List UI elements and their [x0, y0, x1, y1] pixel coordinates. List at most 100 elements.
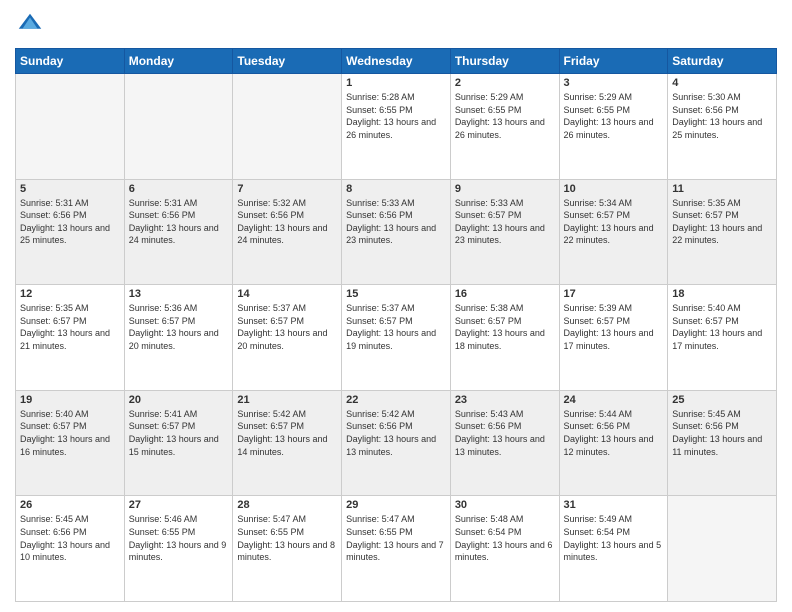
- calendar-cell: 12 Sunrise: 5:35 AM Sunset: 6:57 PM Dayli…: [16, 285, 125, 391]
- weekday-header: Thursday: [450, 49, 559, 74]
- calendar-cell: 5 Sunrise: 5:31 AM Sunset: 6:56 PM Daylig…: [16, 179, 125, 285]
- calendar-cell: [233, 74, 342, 180]
- day-info: Sunrise: 5:37 AM Sunset: 6:57 PM Dayligh…: [346, 302, 446, 352]
- day-number: 31: [564, 499, 664, 511]
- calendar-cell: 9 Sunrise: 5:33 AM Sunset: 6:57 PM Daylig…: [450, 179, 559, 285]
- day-info: Sunrise: 5:29 AM Sunset: 6:55 PM Dayligh…: [455, 91, 555, 141]
- calendar-cell: 19 Sunrise: 5:40 AM Sunset: 6:57 PM Dayli…: [16, 390, 125, 496]
- day-info: Sunrise: 5:35 AM Sunset: 6:57 PM Dayligh…: [20, 302, 120, 352]
- calendar-cell: 6 Sunrise: 5:31 AM Sunset: 6:56 PM Daylig…: [124, 179, 233, 285]
- day-number: 21: [237, 394, 337, 406]
- day-info: Sunrise: 5:42 AM Sunset: 6:57 PM Dayligh…: [237, 408, 337, 458]
- day-number: 28: [237, 499, 337, 511]
- day-number: 29: [346, 499, 446, 511]
- day-number: 16: [455, 288, 555, 300]
- calendar-cell: 10 Sunrise: 5:34 AM Sunset: 6:57 PM Dayli…: [559, 179, 668, 285]
- day-number: 27: [129, 499, 229, 511]
- day-info: Sunrise: 5:48 AM Sunset: 6:54 PM Dayligh…: [455, 513, 555, 563]
- day-number: 3: [564, 77, 664, 89]
- day-info: Sunrise: 5:41 AM Sunset: 6:57 PM Dayligh…: [129, 408, 229, 458]
- calendar-cell: 13 Sunrise: 5:36 AM Sunset: 6:57 PM Dayli…: [124, 285, 233, 391]
- calendar-cell: 11 Sunrise: 5:35 AM Sunset: 6:57 PM Dayli…: [668, 179, 777, 285]
- day-info: Sunrise: 5:31 AM Sunset: 6:56 PM Dayligh…: [129, 197, 229, 247]
- calendar-cell: 28 Sunrise: 5:47 AM Sunset: 6:55 PM Dayli…: [233, 496, 342, 602]
- day-info: Sunrise: 5:36 AM Sunset: 6:57 PM Dayligh…: [129, 302, 229, 352]
- day-info: Sunrise: 5:30 AM Sunset: 6:56 PM Dayligh…: [672, 91, 772, 141]
- logo-icon: [15, 10, 45, 40]
- calendar-cell: 7Sunrise: 5:32 AM Sunset: 6:56 PM Daylig…: [233, 179, 342, 285]
- day-info: Sunrise: 5:31 AM Sunset: 6:56 PM Dayligh…: [20, 197, 120, 247]
- day-info: Sunrise: 5:28 AM Sunset: 6:55 PM Dayligh…: [346, 91, 446, 141]
- weekday-header: Monday: [124, 49, 233, 74]
- day-number: 8: [346, 183, 446, 195]
- calendar-week-row: 26Sunrise: 5:45 AM Sunset: 6:56 PM Dayli…: [16, 496, 777, 602]
- day-number: 19: [20, 394, 120, 406]
- calendar-cell: 26Sunrise: 5:45 AM Sunset: 6:56 PM Dayli…: [16, 496, 125, 602]
- day-number: 30: [455, 499, 555, 511]
- calendar-cell: 1Sunrise: 5:28 AM Sunset: 6:55 PM Daylig…: [342, 74, 451, 180]
- day-info: Sunrise: 5:44 AM Sunset: 6:56 PM Dayligh…: [564, 408, 664, 458]
- day-info: Sunrise: 5:42 AM Sunset: 6:56 PM Dayligh…: [346, 408, 446, 458]
- calendar-week-row: 5 Sunrise: 5:31 AM Sunset: 6:56 PM Daylig…: [16, 179, 777, 285]
- day-info: Sunrise: 5:47 AM Sunset: 6:55 PM Dayligh…: [346, 513, 446, 563]
- calendar-cell: 16 Sunrise: 5:38 AM Sunset: 6:57 PM Dayli…: [450, 285, 559, 391]
- day-number: 2: [455, 77, 555, 89]
- page: SundayMondayTuesdayWednesdayThursdayFrid…: [0, 0, 792, 612]
- day-info: Sunrise: 5:35 AM Sunset: 6:57 PM Dayligh…: [672, 197, 772, 247]
- day-number: 25: [672, 394, 772, 406]
- day-info: Sunrise: 5:33 AM Sunset: 6:57 PM Dayligh…: [455, 197, 555, 247]
- day-number: 22: [346, 394, 446, 406]
- day-number: 17: [564, 288, 664, 300]
- calendar-cell: 23 Sunrise: 5:43 AM Sunset: 6:56 PM Dayli…: [450, 390, 559, 496]
- day-info: Sunrise: 5:49 AM Sunset: 6:54 PM Dayligh…: [564, 513, 664, 563]
- calendar-cell: [668, 496, 777, 602]
- day-number: 20: [129, 394, 229, 406]
- calendar-cell: 30 Sunrise: 5:48 AM Sunset: 6:54 PM Dayli…: [450, 496, 559, 602]
- calendar-table: SundayMondayTuesdayWednesdayThursdayFrid…: [15, 48, 777, 602]
- day-number: 23: [455, 394, 555, 406]
- day-number: 4: [672, 77, 772, 89]
- day-info: Sunrise: 5:37 AM Sunset: 6:57 PM Dayligh…: [237, 302, 337, 352]
- day-number: 13: [129, 288, 229, 300]
- calendar-cell: 3 Sunrise: 5:29 AM Sunset: 6:55 PM Daylig…: [559, 74, 668, 180]
- day-info: Sunrise: 5:43 AM Sunset: 6:56 PM Dayligh…: [455, 408, 555, 458]
- day-number: 14: [237, 288, 337, 300]
- day-number: 26: [20, 499, 120, 511]
- day-number: 15: [346, 288, 446, 300]
- weekday-header: Wednesday: [342, 49, 451, 74]
- header: [15, 10, 777, 40]
- calendar-week-row: 12 Sunrise: 5:35 AM Sunset: 6:57 PM Dayli…: [16, 285, 777, 391]
- calendar-cell: 8 Sunrise: 5:33 AM Sunset: 6:56 PM Daylig…: [342, 179, 451, 285]
- day-number: 9: [455, 183, 555, 195]
- day-info: Sunrise: 5:32 AM Sunset: 6:56 PM Dayligh…: [237, 197, 337, 247]
- weekday-header: Tuesday: [233, 49, 342, 74]
- calendar-cell: 18Sunrise: 5:40 AM Sunset: 6:57 PM Dayli…: [668, 285, 777, 391]
- day-info: Sunrise: 5:34 AM Sunset: 6:57 PM Dayligh…: [564, 197, 664, 247]
- day-number: 24: [564, 394, 664, 406]
- weekday-header: Friday: [559, 49, 668, 74]
- calendar-cell: 31 Sunrise: 5:49 AM Sunset: 6:54 PM Dayli…: [559, 496, 668, 602]
- calendar-cell: [124, 74, 233, 180]
- day-info: Sunrise: 5:47 AM Sunset: 6:55 PM Dayligh…: [237, 513, 337, 563]
- weekday-header: Sunday: [16, 49, 125, 74]
- day-number: 5: [20, 183, 120, 195]
- calendar-cell: 14 Sunrise: 5:37 AM Sunset: 6:57 PM Dayli…: [233, 285, 342, 391]
- day-info: Sunrise: 5:45 AM Sunset: 6:56 PM Dayligh…: [672, 408, 772, 458]
- day-number: 10: [564, 183, 664, 195]
- calendar-cell: 21 Sunrise: 5:42 AM Sunset: 6:57 PM Dayli…: [233, 390, 342, 496]
- day-info: Sunrise: 5:40 AM Sunset: 6:57 PM Dayligh…: [20, 408, 120, 458]
- day-info: Sunrise: 5:46 AM Sunset: 6:55 PM Dayligh…: [129, 513, 229, 563]
- calendar-week-row: 1Sunrise: 5:28 AM Sunset: 6:55 PM Daylig…: [16, 74, 777, 180]
- weekday-header: Saturday: [668, 49, 777, 74]
- day-info: Sunrise: 5:33 AM Sunset: 6:56 PM Dayligh…: [346, 197, 446, 247]
- day-info: Sunrise: 5:39 AM Sunset: 6:57 PM Dayligh…: [564, 302, 664, 352]
- day-number: 12: [20, 288, 120, 300]
- calendar-cell: 25 Sunrise: 5:45 AM Sunset: 6:56 PM Dayli…: [668, 390, 777, 496]
- day-info: Sunrise: 5:38 AM Sunset: 6:57 PM Dayligh…: [455, 302, 555, 352]
- calendar-cell: 24 Sunrise: 5:44 AM Sunset: 6:56 PM Dayli…: [559, 390, 668, 496]
- day-info: Sunrise: 5:29 AM Sunset: 6:55 PM Dayligh…: [564, 91, 664, 141]
- calendar-cell: 17 Sunrise: 5:39 AM Sunset: 6:57 PM Dayli…: [559, 285, 668, 391]
- day-number: 6: [129, 183, 229, 195]
- day-number: 18: [672, 288, 772, 300]
- day-number: 11: [672, 183, 772, 195]
